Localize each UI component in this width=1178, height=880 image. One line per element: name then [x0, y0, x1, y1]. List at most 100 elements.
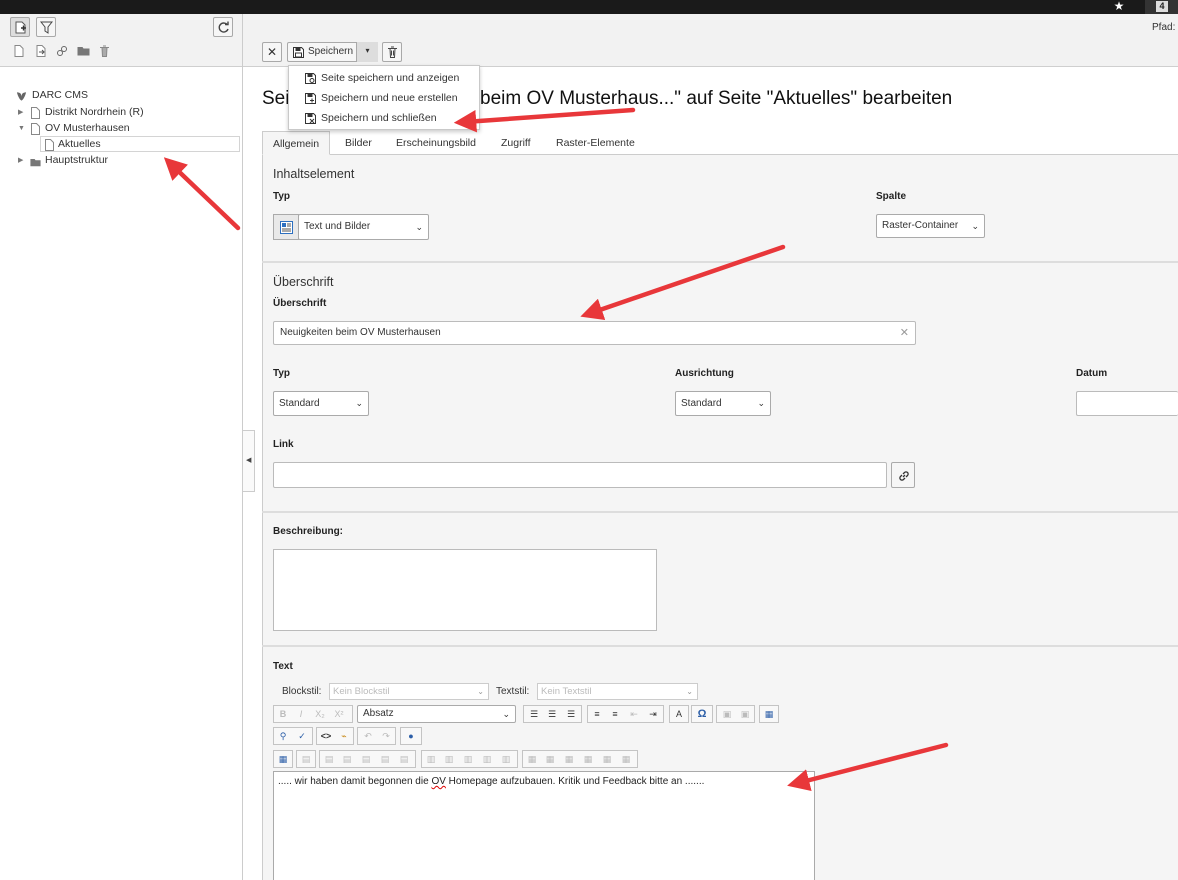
- content-type-select[interactable]: Text und Bilder ⌄: [298, 214, 429, 240]
- outdent-icon[interactable]: ⇤: [627, 708, 641, 721]
- unordered-list-icon[interactable]: ≡: [608, 708, 622, 721]
- chevron-down-icon: ⌄: [971, 221, 979, 231]
- column-insert-before-icon[interactable]: ▥: [442, 753, 456, 766]
- filter-button[interactable]: [36, 17, 56, 37]
- align-left-icon[interactable]: ☰: [527, 708, 541, 721]
- cell-props-icon[interactable]: ▦: [525, 753, 539, 766]
- user-element-icon[interactable]: ▣: [738, 708, 752, 721]
- ordered-list-icon[interactable]: ≡: [590, 708, 604, 721]
- rte-special-char-group: Ω: [691, 705, 713, 723]
- bookmark-star-icon[interactable]: ★: [1110, 0, 1128, 14]
- save-and-new-item[interactable]: Speichern und neue erstellen: [289, 89, 479, 108]
- bold-icon[interactable]: B: [276, 708, 290, 721]
- blockstyle-select[interactable]: Kein Blockstil ⌄: [329, 683, 489, 700]
- cell-insert-after-icon[interactable]: ▦: [562, 753, 576, 766]
- rte-find-group: ⚲ ✓: [273, 727, 313, 745]
- alignment-select[interactable]: Standard ⌄: [675, 391, 771, 416]
- notifications-button[interactable]: 4: [1145, 0, 1178, 14]
- heading-value: Neuigkeiten beim OV Musterhausen: [280, 327, 441, 338]
- image-icon[interactable]: ▣: [720, 708, 734, 721]
- tab-zugriff[interactable]: Zugriff: [491, 131, 541, 155]
- table-icon[interactable]: ▦: [762, 708, 776, 721]
- indent-icon[interactable]: ⇥: [646, 708, 660, 721]
- folder-icon[interactable]: [77, 45, 90, 57]
- row-props-icon[interactable]: ▤: [322, 753, 336, 766]
- rte-editor[interactable]: ..... wir haben damit begonnen die OV Ho…: [273, 771, 815, 880]
- blockstyle-label: Blockstil:: [282, 686, 322, 697]
- cleanup-broom-icon[interactable]: ⌁: [337, 730, 351, 743]
- save-dropdown-toggle[interactable]: ▾: [356, 42, 378, 62]
- page-icon: [45, 139, 54, 151]
- redo-icon[interactable]: ↷: [379, 730, 393, 743]
- omega-icon[interactable]: Ω: [695, 708, 709, 721]
- new-page-button[interactable]: [10, 17, 30, 37]
- undo-icon[interactable]: ↶: [361, 730, 375, 743]
- date-input[interactable]: [1076, 391, 1178, 416]
- column-insert-after-icon[interactable]: ▥: [461, 753, 475, 766]
- save-button[interactable]: Speichern ▾: [287, 42, 378, 62]
- column-delete-icon[interactable]: ▥: [480, 753, 494, 766]
- floppy-disk-icon: [293, 47, 304, 58]
- cell-split-icon[interactable]: ▦: [600, 753, 614, 766]
- find-icon[interactable]: ⚲: [276, 730, 290, 743]
- close-button[interactable]: ✕: [262, 42, 282, 62]
- page-icon: [31, 107, 40, 119]
- tab-erscheinungsbild[interactable]: Erscheinungsbild: [386, 131, 486, 155]
- link-input[interactable]: [273, 462, 887, 488]
- expand-icon[interactable]: ▶: [18, 153, 26, 168]
- table-properties-icon[interactable]: ▦: [276, 753, 290, 766]
- tab-bilder[interactable]: Bilder: [335, 131, 382, 155]
- refresh-button[interactable]: [213, 17, 233, 37]
- tree-item-label: Distrikt Nordrhein (R): [45, 106, 144, 118]
- tab-raster-elemente[interactable]: Raster-Elemente: [546, 131, 645, 155]
- column-split-icon[interactable]: ▥: [499, 753, 513, 766]
- description-textarea[interactable]: [273, 549, 657, 631]
- heading-type-select[interactable]: Standard ⌄: [273, 391, 369, 416]
- rte-table-group: ▦: [759, 705, 779, 723]
- spellcheck-icon[interactable]: ✓: [295, 730, 309, 743]
- trash-icon[interactable]: [99, 45, 111, 57]
- column-select[interactable]: Raster-Container ⌄: [876, 214, 985, 238]
- clear-icon[interactable]: ✕: [900, 322, 909, 344]
- collapse-icon[interactable]: ▼: [18, 121, 26, 136]
- help-icon[interactable]: ●: [404, 730, 418, 743]
- save-and-view-item[interactable]: Seite speichern und anzeigen: [289, 69, 479, 88]
- italic-icon[interactable]: I: [294, 708, 308, 721]
- tab-bar: Allgemein Bilder Erscheinungsbild Zugrif…: [262, 131, 1178, 155]
- collapse-tree-handle[interactable]: ◀: [243, 430, 255, 492]
- save-and-close-item[interactable]: Speichern und schließen: [289, 109, 479, 128]
- link-browser-button[interactable]: [891, 462, 915, 488]
- row-delete-icon[interactable]: ▤: [378, 753, 392, 766]
- link-icon[interactable]: [56, 45, 68, 57]
- superscript-icon[interactable]: X²: [332, 708, 346, 721]
- text-color-icon[interactable]: A: [672, 708, 686, 721]
- tab-allgemein[interactable]: Allgemein: [262, 131, 331, 155]
- align-center-icon[interactable]: ☰: [545, 708, 559, 721]
- filter-icon: [40, 21, 53, 34]
- heading-input[interactable]: Neuigkeiten beim OV Musterhausen ✕: [273, 321, 916, 345]
- paragraph-format-select[interactable]: Absatz ⌄: [357, 705, 516, 723]
- subscript-icon[interactable]: X₂: [313, 708, 327, 721]
- expand-icon[interactable]: ▶: [18, 105, 26, 120]
- delete-button[interactable]: [382, 42, 402, 62]
- cell-delete-icon[interactable]: ▦: [581, 753, 595, 766]
- row-insert-before-icon[interactable]: ▤: [340, 753, 354, 766]
- cell-insert-before-icon[interactable]: ▦: [543, 753, 557, 766]
- date-label: Datum: [1076, 368, 1108, 379]
- cell-merge-icon[interactable]: ▦: [619, 753, 633, 766]
- content-type-icon-box: [273, 214, 299, 240]
- row-insert-after-icon[interactable]: ▤: [359, 753, 373, 766]
- source-code-icon[interactable]: <>: [319, 730, 333, 743]
- rte-row-group: ▤: [296, 750, 316, 768]
- page-tree-toolbar: [0, 14, 242, 67]
- table-row-icon[interactable]: ▤: [299, 753, 313, 766]
- alignment-label: Ausrichtung: [675, 368, 734, 379]
- align-right-icon[interactable]: ☰: [564, 708, 578, 721]
- page-icon[interactable]: [14, 45, 26, 57]
- save-and-new-label: Speichern und neue erstellen: [321, 92, 458, 104]
- textstyle-select[interactable]: Kein Textstil ⌄: [537, 683, 698, 700]
- row-split-icon[interactable]: ▤: [397, 753, 411, 766]
- column-props-icon[interactable]: ▥: [424, 753, 438, 766]
- page-move-icon[interactable]: [36, 45, 48, 57]
- rte-source-group: <> ⌁: [316, 727, 354, 745]
